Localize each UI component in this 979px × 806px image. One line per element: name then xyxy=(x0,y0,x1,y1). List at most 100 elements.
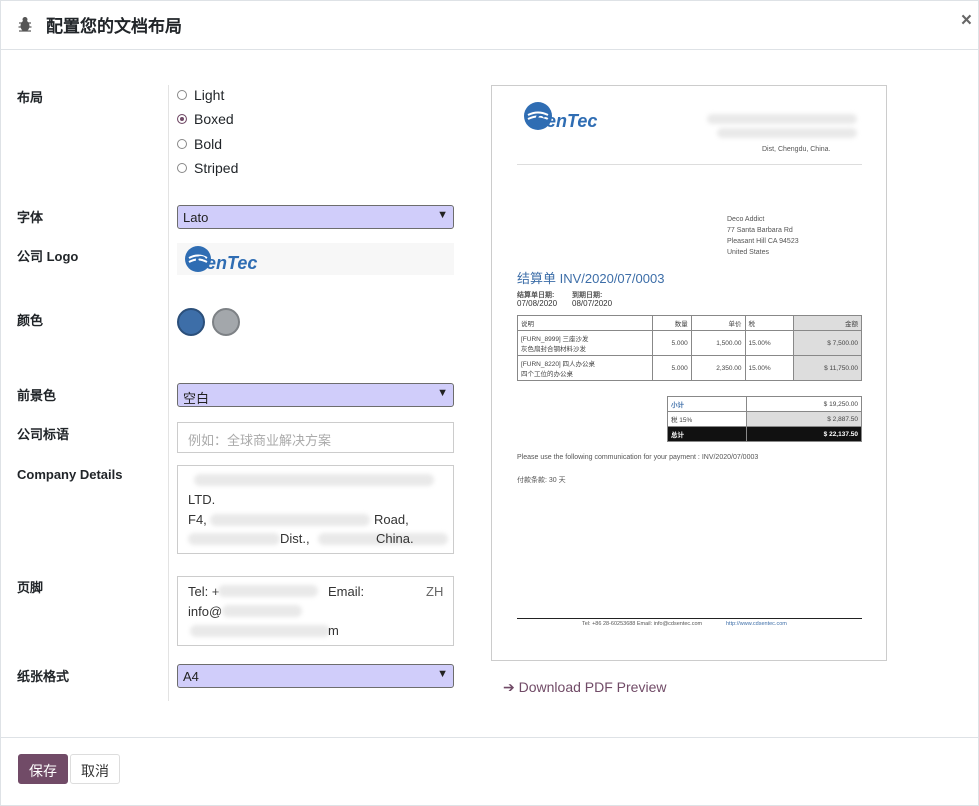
preview-logo-text: SenTec xyxy=(534,111,597,131)
cancel-button[interactable]: 取消 xyxy=(70,754,120,784)
radio-label: Light xyxy=(194,87,225,103)
customer-line: Deco Addict xyxy=(727,216,765,223)
layout-dialog: 配置您的文档布局 × 布局 字体 公司 Logo 颜色 前景色 公司标语 Com… xyxy=(0,0,979,806)
tagline-input[interactable]: 例如：全球商业解决方案 xyxy=(177,422,454,453)
form-divider xyxy=(168,85,169,701)
table-row: [FURN_8220] 四人办公桌 四个工位的办公桌 5.000 2,350.00… xyxy=(517,355,863,381)
font-label: 字体 xyxy=(17,210,44,225)
radio-button-selected[interactable] xyxy=(177,114,187,124)
chevron-down-icon: ▼ xyxy=(437,668,448,680)
secondary-color-swatch[interactable] xyxy=(212,308,240,336)
column-header: 金额 xyxy=(792,315,863,331)
redacted-text xyxy=(218,585,318,597)
redacted-text xyxy=(222,605,302,617)
layout-radio-bold[interactable]: Bold xyxy=(177,136,222,152)
document-preview: SenTec Dist, Chengdu, China. Deco Addict… xyxy=(491,85,887,661)
footer-line: Email: xyxy=(328,584,365,599)
paper-format-label: 纸张格式 xyxy=(17,669,70,684)
dialog-header: 配置您的文档布局 × xyxy=(1,1,978,50)
company-details-line: Road, xyxy=(374,512,409,527)
row-tax: 15.00% xyxy=(744,355,794,381)
row-desc: 灰色扇封合钢材料沙发 xyxy=(521,346,586,353)
radio-button[interactable] xyxy=(177,90,187,100)
background-select[interactable]: 空白 ▼ xyxy=(177,383,454,407)
invoice-lines-table: 说明 数量 单价 税 金额 [FURN_8999] 三座沙发 灰色扇封合钢材料沙发… xyxy=(517,315,863,381)
chevron-down-icon: ▼ xyxy=(437,387,448,399)
column-header: 说明 xyxy=(517,315,653,331)
invoice-title: 结算单 INV/2020/07/0003 xyxy=(517,271,665,286)
tagline-placeholder: 例如：全球商业解决方案 xyxy=(188,433,332,448)
logo-text: SenTec xyxy=(194,253,257,273)
footer-textarea[interactable]: Tel: + Email: ZH info@ m xyxy=(177,576,454,646)
background-label: 前景色 xyxy=(17,388,57,403)
column-header: 数量 xyxy=(651,315,692,331)
redacted-text xyxy=(188,533,280,545)
font-select[interactable]: Lato ▼ xyxy=(177,205,454,229)
row-price: 1,500.00 xyxy=(690,330,746,356)
preview-footer-text: Tel: +86 28-60253688 Email: info@cdsente… xyxy=(582,621,703,627)
radio-label: Bold xyxy=(194,136,223,152)
chevron-down-icon: ▼ xyxy=(437,209,448,221)
company-details-line: Dist., xyxy=(280,531,310,546)
column-header: 税 xyxy=(744,315,794,331)
row-qty: 5.000 xyxy=(651,355,692,381)
total-label: 总计 xyxy=(667,426,747,442)
primary-color-swatch[interactable] xyxy=(177,308,205,336)
tax-value: $ 2,887.50 xyxy=(745,411,863,427)
customer-line: 77 Santa Barbara Rd xyxy=(727,227,793,234)
bug-icon xyxy=(18,17,32,32)
column-header: 单价 xyxy=(690,315,746,331)
company-logo-image: SenTec xyxy=(185,246,257,273)
company-logo-upload[interactable]: SenTec xyxy=(177,243,454,275)
invoice-date: 07/08/2020 xyxy=(517,299,558,308)
redacted-text xyxy=(194,474,434,486)
footer-line: m xyxy=(328,623,339,638)
due-date: 08/07/2020 xyxy=(572,299,613,308)
paper-format-select[interactable]: A4 ▼ xyxy=(177,664,454,688)
redacted-text xyxy=(190,625,330,637)
radio-label: Striped xyxy=(194,160,239,176)
dialog-title: 配置您的文档布局 xyxy=(46,17,182,36)
company-details-label: Company Details xyxy=(17,467,123,482)
tagline-label: 公司标语 xyxy=(17,427,70,442)
total-row: 总计 $ 22,137.50 xyxy=(667,426,863,442)
table-header-row: 说明 数量 单价 税 金额 xyxy=(517,315,863,331)
radio-button[interactable] xyxy=(177,139,187,149)
close-icon[interactable]: × xyxy=(961,10,972,32)
footer-line: Tel: + xyxy=(188,584,220,599)
arrow-right-icon: ➔ xyxy=(503,679,515,695)
customer-line: Pleasant Hill CA 94523 xyxy=(727,238,799,245)
language-badge[interactable]: ZH xyxy=(426,584,443,599)
layout-radio-boxed[interactable]: Boxed xyxy=(177,111,234,127)
subtotal-value: $ 19,250.00 xyxy=(745,396,863,412)
company-details-line: LTD. xyxy=(188,492,216,507)
save-button[interactable]: 保存 xyxy=(18,754,68,784)
footer-line: info@ xyxy=(188,604,223,619)
payment-terms: 付款条款: 30 天 xyxy=(517,477,566,484)
row-qty: 5.000 xyxy=(651,330,692,356)
company-details-textarea[interactable]: LTD. F4, Road, Dist., China. xyxy=(177,465,454,554)
row-desc: [FURN_8220] 四人办公桌 xyxy=(521,361,596,368)
preview-footer-line xyxy=(517,618,862,619)
header-divider xyxy=(517,164,862,165)
layout-label: 布局 xyxy=(17,90,44,105)
layout-radio-light[interactable]: Light xyxy=(177,87,224,103)
redacted-text xyxy=(707,114,857,124)
download-pdf-preview-link[interactable]: ➔ Download PDF Preview xyxy=(503,679,666,696)
row-amount: $ 7,500.00 xyxy=(792,330,863,356)
preview-footer-link: http://www.cdsentec.com xyxy=(726,621,787,627)
footer-label: 页脚 xyxy=(17,580,44,595)
redacted-text xyxy=(717,128,857,138)
company-details-line: China. xyxy=(376,531,414,546)
subtotal-row: 小计 $ 19,250.00 xyxy=(667,396,863,412)
radio-button[interactable] xyxy=(177,163,187,173)
row-tax: 15.00% xyxy=(744,330,794,356)
layout-radio-striped[interactable]: Striped xyxy=(177,160,238,176)
row-amount: $ 11,750.00 xyxy=(792,355,863,381)
background-select-value: 空白 xyxy=(183,391,210,406)
preview-logo: SenTec xyxy=(524,102,597,131)
company-details-line: F4, xyxy=(188,512,207,527)
footer-divider xyxy=(1,737,978,738)
font-select-value: Lato xyxy=(183,210,209,225)
paper-format-value: A4 xyxy=(183,669,199,684)
